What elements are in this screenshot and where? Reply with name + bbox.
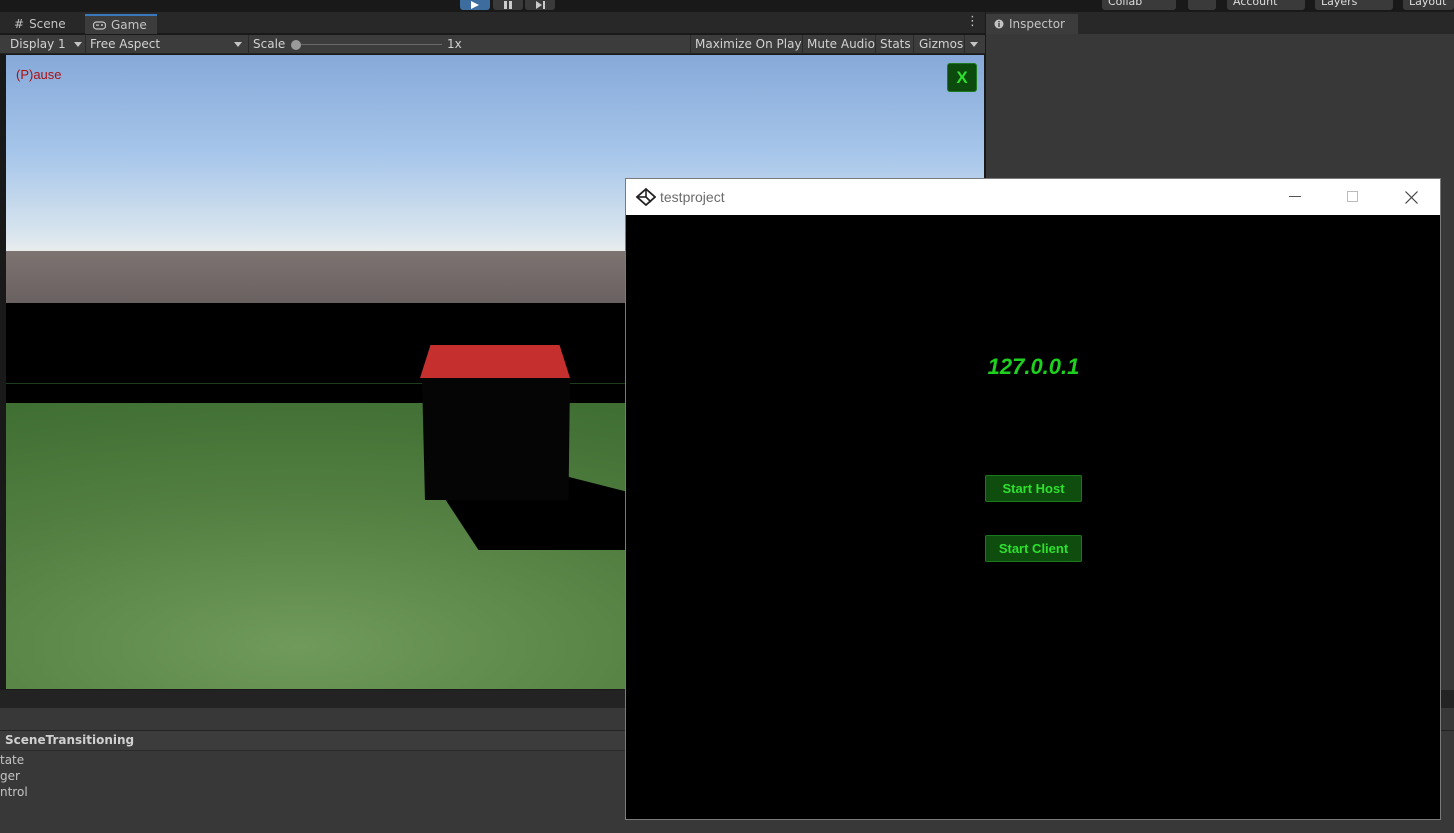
minimize-button[interactable] xyxy=(1266,179,1324,215)
close-button[interactable] xyxy=(1382,179,1440,215)
close-game-button[interactable]: X xyxy=(947,63,977,92)
grid-icon: # xyxy=(14,17,25,31)
close-icon xyxy=(1404,190,1418,204)
tab-scene[interactable]: # Scene xyxy=(6,14,74,34)
animator-list-item[interactable]: ntrol xyxy=(0,785,28,799)
panel-menu-icon[interactable]: ⋮ xyxy=(966,15,979,30)
step-button[interactable] xyxy=(525,0,555,10)
player-cube xyxy=(422,377,570,500)
start-host-button[interactable]: Start Host xyxy=(985,475,1082,502)
chevron-down-icon xyxy=(74,42,82,47)
divider xyxy=(913,35,914,54)
inspector-tab-label: Inspector xyxy=(1009,17,1065,31)
animator-list-item[interactable]: ger xyxy=(0,769,20,783)
layout-label: Layout xyxy=(1409,0,1447,8)
cloud-button[interactable] xyxy=(1188,0,1216,10)
gamepad-icon xyxy=(93,20,106,30)
minimize-icon xyxy=(1289,196,1301,197)
tab-game[interactable]: Game xyxy=(85,14,157,34)
divider xyxy=(248,35,249,54)
divider xyxy=(85,35,86,54)
tab-inspector[interactable]: Inspector xyxy=(986,14,1078,34)
collab-dropdown[interactable]: Collab xyxy=(1102,0,1176,10)
tab-scene-label: Scene xyxy=(29,17,66,31)
mute-audio-toggle[interactable]: Mute Audio xyxy=(807,35,875,54)
display-label: Display 1 xyxy=(10,37,66,51)
scale-slider-handle[interactable] xyxy=(291,40,301,50)
scale-slider-track[interactable] xyxy=(296,44,442,45)
tab-game-label: Game xyxy=(111,18,147,32)
testproject-window: testproject 127.0.0.1 Start Host Start C… xyxy=(625,178,1441,820)
info-icon xyxy=(994,19,1004,29)
stats-toggle[interactable]: Stats xyxy=(880,35,911,54)
gizmos-chevron-down-icon[interactable] xyxy=(970,42,978,47)
chevron-down-icon xyxy=(234,42,242,47)
maximize-button[interactable] xyxy=(1324,179,1382,215)
divider xyxy=(690,35,691,54)
play-button[interactable] xyxy=(460,0,490,10)
collab-label: Collab xyxy=(1108,0,1143,8)
layout-dropdown[interactable]: Layout xyxy=(1403,0,1454,10)
ip-address-label: 127.0.0.1 xyxy=(987,354,1080,379)
aspect-label: Free Aspect xyxy=(90,37,161,51)
scale-value: 1x xyxy=(447,37,462,51)
player-cube-top xyxy=(420,345,570,378)
account-dropdown[interactable]: Account xyxy=(1227,0,1305,10)
window-titlebar[interactable]: testproject xyxy=(626,179,1440,215)
maximize-icon xyxy=(1347,191,1358,202)
start-client-button[interactable]: Start Client xyxy=(985,535,1082,562)
display-dropdown[interactable]: Display 1 xyxy=(10,35,84,54)
gizmos-toggle[interactable]: Gizmos xyxy=(919,35,963,54)
aspect-dropdown[interactable]: Free Aspect xyxy=(90,35,244,54)
window-title: testproject xyxy=(660,189,725,205)
divider xyxy=(875,35,876,54)
animator-title: SceneTransitioning xyxy=(5,733,135,747)
layers-dropdown[interactable]: Layers xyxy=(1315,0,1393,10)
divider xyxy=(802,35,803,54)
pause-icon xyxy=(504,1,512,9)
scale-label: Scale xyxy=(253,37,286,51)
maximize-on-play-toggle[interactable]: Maximize On Play xyxy=(695,35,802,54)
pause-button[interactable] xyxy=(493,0,523,10)
step-icon xyxy=(535,1,545,9)
animator-list-item[interactable]: tate xyxy=(0,753,24,767)
pause-hint[interactable]: (P)ause xyxy=(16,67,62,82)
layers-label: Layers xyxy=(1321,0,1358,8)
play-icon xyxy=(471,1,479,9)
account-label: Account xyxy=(1233,0,1278,8)
divider xyxy=(964,35,965,54)
unity-logo-icon xyxy=(636,188,656,206)
